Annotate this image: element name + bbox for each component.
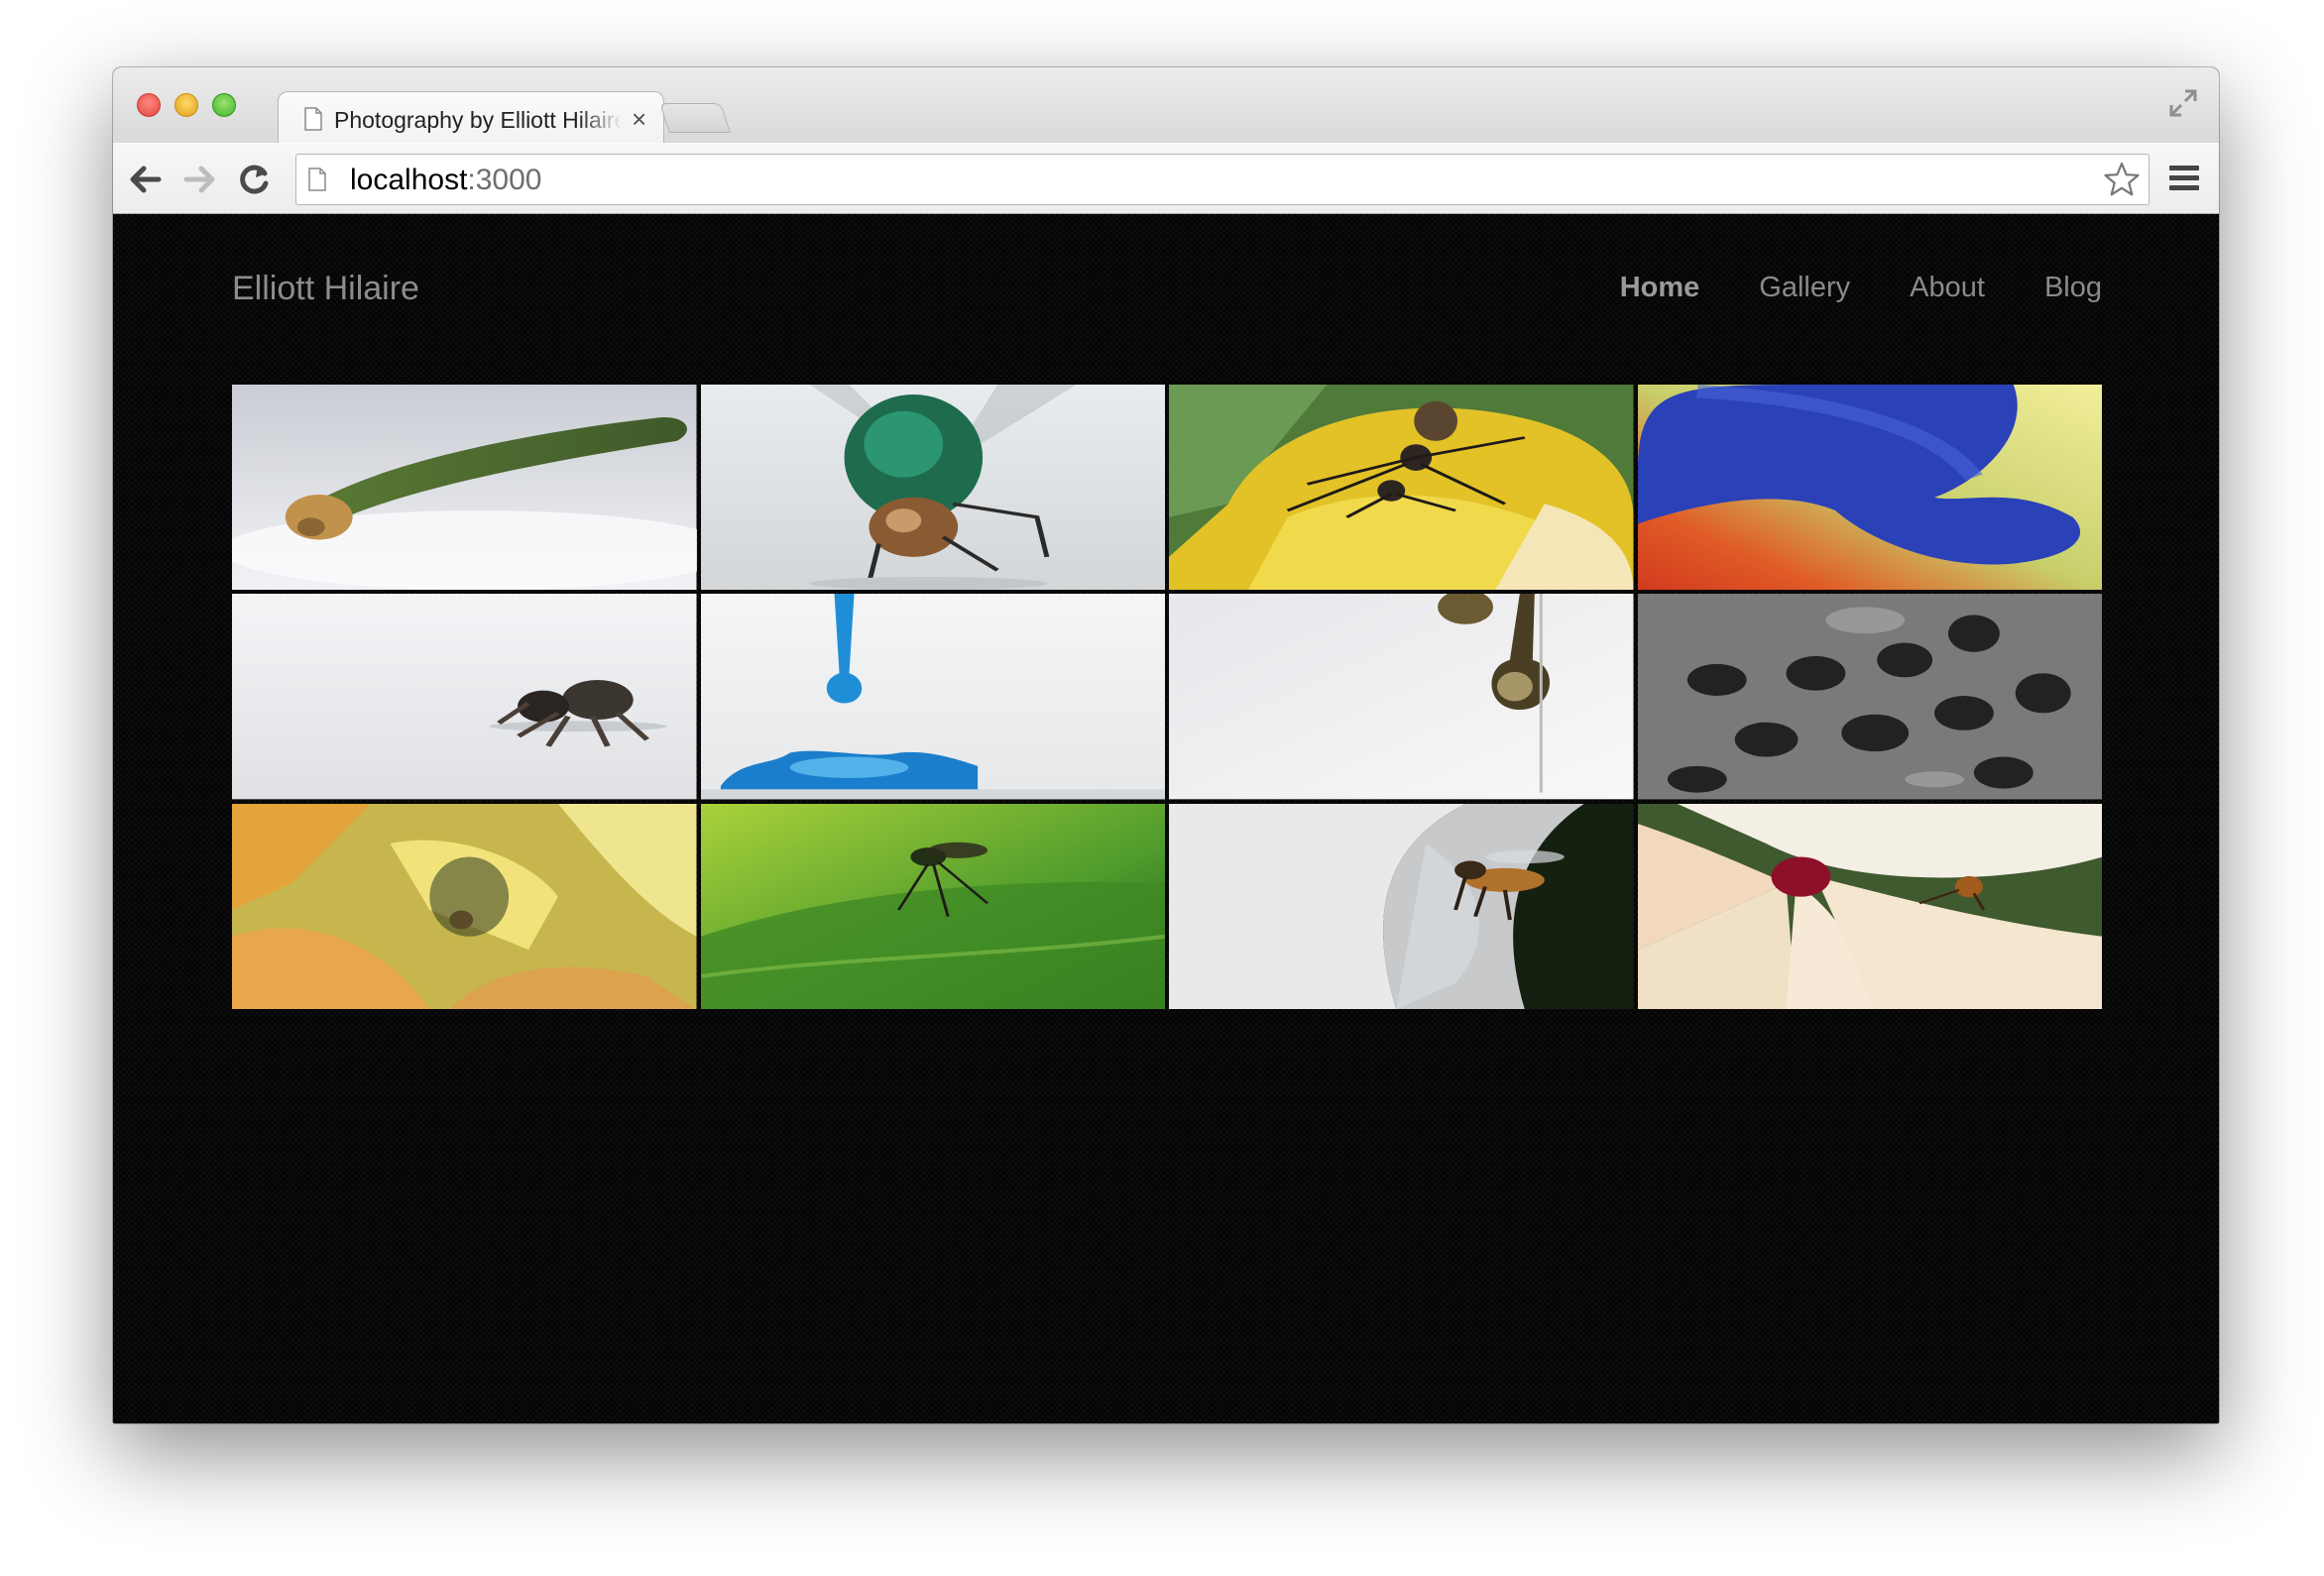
close-window-button[interactable]	[137, 93, 161, 117]
photo-yellow-flower[interactable]	[232, 803, 697, 1009]
page-viewport: Elliott Hilaire Home Gallery About Blog	[113, 214, 2219, 1423]
address-bar[interactable]: localhost:3000	[295, 154, 2150, 205]
tab-active[interactable]: Photography by Elliott Hilaire ×	[278, 91, 664, 145]
tab-close-icon[interactable]: ×	[632, 104, 646, 135]
back-arrow-icon[interactable]	[125, 160, 165, 199]
nav-home[interactable]: Home	[1620, 272, 1700, 304]
photo-magnolia[interactable]	[1637, 803, 2102, 1009]
tab-title: Photography by Elliott Hilaire	[334, 107, 622, 133]
zoom-window-button[interactable]	[212, 93, 236, 117]
nav-about[interactable]: About	[1910, 272, 1985, 304]
forward-arrow-icon[interactable]	[180, 160, 220, 199]
url-text: localhost:3000	[350, 164, 541, 197]
browser-toolbar: localhost:3000	[113, 143, 2219, 214]
browser-window: Photography by Elliott Hilaire × localho…	[113, 67, 2219, 1423]
page-icon	[308, 168, 326, 191]
photo-honey-drops[interactable]	[1169, 594, 1634, 800]
url-port: :3000	[467, 164, 542, 196]
photo-caterpillar[interactable]	[232, 385, 697, 591]
minimize-window-button[interactable]	[174, 93, 198, 117]
tab-strip: Photography by Elliott Hilaire ×	[113, 67, 2219, 145]
new-tab-button[interactable]	[659, 103, 731, 133]
photo-fly[interactable]	[700, 385, 1165, 591]
document-icon	[304, 107, 322, 131]
bookmark-star-icon[interactable]	[2103, 161, 2141, 198]
site-nav: Home Gallery About Blog	[1620, 272, 2102, 304]
photo-gallery	[232, 385, 2102, 1009]
nav-blog[interactable]: Blog	[2044, 272, 2102, 304]
reload-icon[interactable]	[234, 160, 274, 199]
photo-spider[interactable]	[232, 594, 697, 800]
photo-green-fly[interactable]	[700, 803, 1165, 1009]
chrome-menu-icon[interactable]	[2169, 166, 2199, 193]
photo-water-drop[interactable]	[700, 594, 1165, 800]
photo-blue-petal[interactable]	[1637, 385, 2102, 591]
url-host: localhost	[350, 164, 468, 196]
photo-honeycomb[interactable]	[1637, 594, 2102, 800]
photo-bee[interactable]	[1169, 803, 1634, 1009]
fullscreen-icon[interactable]	[2167, 87, 2199, 119]
nav-gallery[interactable]: Gallery	[1759, 272, 1850, 304]
photo-ant[interactable]	[1169, 385, 1634, 591]
site-title[interactable]: Elliott Hilaire	[232, 270, 419, 308]
